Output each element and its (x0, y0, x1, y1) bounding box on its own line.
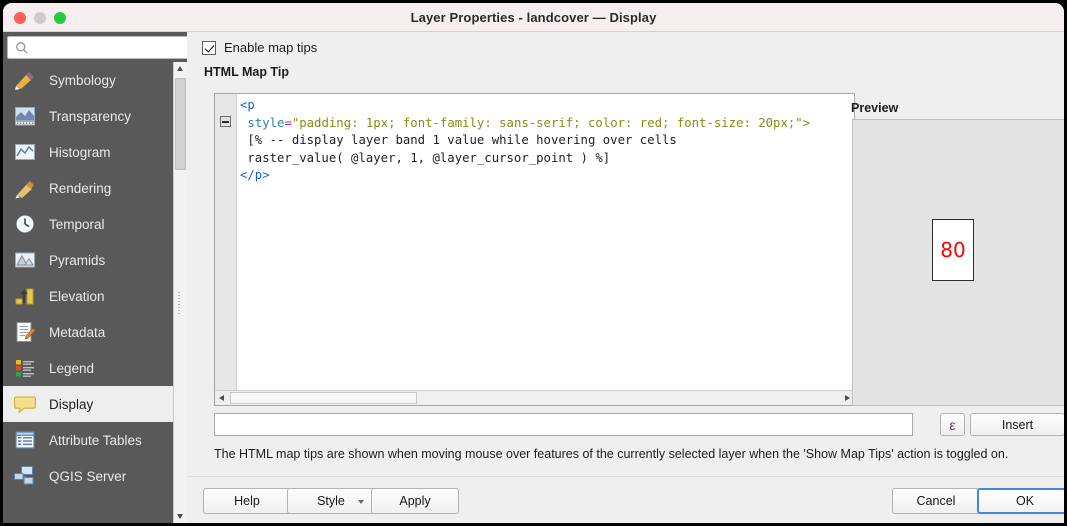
sidebar-scrollbar[interactable] (173, 62, 187, 523)
sidebar-item-label: Temporal (49, 216, 105, 232)
sidebar-item-label: Histogram (49, 144, 111, 160)
display-speech-icon (13, 392, 37, 416)
preview-heading: Preview (851, 101, 899, 115)
sidebar-item-transparency[interactable]: Transparency (3, 98, 187, 134)
style-button[interactable]: Style (287, 488, 375, 514)
temporal-clock-icon (13, 212, 37, 236)
sidebar-item-elevation[interactable]: Elevation (3, 278, 187, 314)
scroll-left-arrow-icon[interactable] (215, 391, 229, 405)
sidebar-item-temporal[interactable]: Temporal (3, 206, 187, 242)
sidebar-nav: Symbology Transparency Histogram Renderi… (3, 62, 187, 523)
sidebar-item-label: Metadata (49, 324, 106, 340)
metadata-icon (13, 320, 37, 344)
collapse-fold-marker[interactable] (220, 116, 231, 127)
sidebar-item-pyramids[interactable]: Pyramids (3, 242, 187, 278)
preview-map-tip: 80 (932, 219, 974, 281)
sidebar-item-legend[interactable]: Legend (3, 350, 187, 386)
sidebar-item-attribute-tables[interactable]: Attribute Tables (3, 422, 187, 458)
sidebar-scrollbar-thumb[interactable] (175, 78, 186, 170)
search-input[interactable] (33, 37, 197, 60)
scrollbar-grip (178, 292, 180, 314)
enable-map-tips-checkbox[interactable] (202, 40, 216, 55)
sidebar: Symbology Transparency Histogram Renderi… (3, 32, 197, 523)
panel-description: The HTML map tips are shown when moving … (214, 447, 1009, 461)
ok-button[interactable]: OK (977, 488, 1064, 514)
titlebar: Layer Properties - landcover — Display (3, 3, 1064, 32)
sidebar-search[interactable] (7, 36, 197, 60)
legend-icon (13, 356, 37, 380)
enable-map-tips-row[interactable]: Enable map tips (202, 40, 317, 55)
rendering-icon (13, 176, 37, 200)
sidebar-item-label: Elevation (49, 288, 105, 304)
attribute-tables-icon (13, 428, 37, 452)
dialog-footer: Help Style Apply Cancel OK (187, 476, 1064, 523)
preview-area: 80 (852, 119, 1064, 406)
cancel-button[interactable]: Cancel (892, 488, 980, 514)
sidebar-item-label: Rendering (49, 180, 112, 196)
window-title: Layer Properties - landcover — Display (410, 10, 657, 25)
editor-hscrollbar-thumb[interactable] (230, 392, 417, 404)
display-panel: Enable map tips HTML Map Tip <p style="p… (187, 32, 1064, 523)
chevron-down-icon (358, 500, 364, 504)
pyramids-icon (13, 248, 37, 272)
sidebar-item-label: Symbology (49, 72, 116, 88)
expression-builder-button[interactable]: ε (940, 413, 965, 436)
scroll-down-arrow-icon[interactable] (174, 509, 187, 523)
scroll-up-arrow-icon[interactable] (174, 62, 187, 76)
editor-gutter (215, 94, 237, 405)
sidebar-item-label: Transparency (49, 108, 132, 124)
html-code-editor[interactable]: <p style="padding: 1px; font-family: san… (214, 93, 855, 406)
sidebar-item-label: Legend (49, 360, 95, 376)
sidebar-item-label: Pyramids (49, 252, 106, 268)
sidebar-item-histogram[interactable]: Histogram (3, 134, 187, 170)
editor-horizontal-scrollbar[interactable] (215, 390, 854, 405)
transparency-icon (13, 104, 37, 128)
sidebar-item-display[interactable]: Display (3, 386, 187, 422)
insert-button[interactable]: Insert (970, 413, 1064, 436)
search-icon (16, 42, 28, 54)
sidebar-item-rendering[interactable]: Rendering (3, 170, 187, 206)
qgis-layer-properties-window: Layer Properties - landcover — Display S… (0, 0, 1067, 526)
dialog-window: Layer Properties - landcover — Display S… (3, 3, 1064, 523)
style-button-label: Style (317, 494, 345, 508)
sidebar-item-metadata[interactable]: Metadata (3, 314, 187, 350)
sidebar-item-qgis-server[interactable]: QGIS Server (3, 458, 187, 494)
sidebar-item-label: Attribute Tables (49, 432, 142, 448)
apply-button[interactable]: Apply (371, 488, 459, 514)
editor-code-content: <p style="padding: 1px; font-family: san… (240, 98, 811, 183)
sidebar-item-symbology[interactable]: Symbology (3, 62, 187, 98)
symbology-icon (13, 68, 37, 92)
help-button[interactable]: Help (203, 488, 291, 514)
html-map-tip-heading: HTML Map Tip (204, 65, 289, 79)
qgis-server-icon (13, 464, 37, 488)
elevation-icon (13, 284, 37, 308)
sidebar-item-label: QGIS Server (49, 468, 127, 484)
histogram-icon (13, 140, 37, 164)
insert-expression-input[interactable] (215, 414, 912, 435)
sidebar-item-label: Display (49, 396, 94, 412)
enable-map-tips-label: Enable map tips (224, 40, 318, 55)
preview-map-tip-value: 80 (940, 238, 966, 262)
insert-expression-field[interactable] (214, 413, 913, 436)
